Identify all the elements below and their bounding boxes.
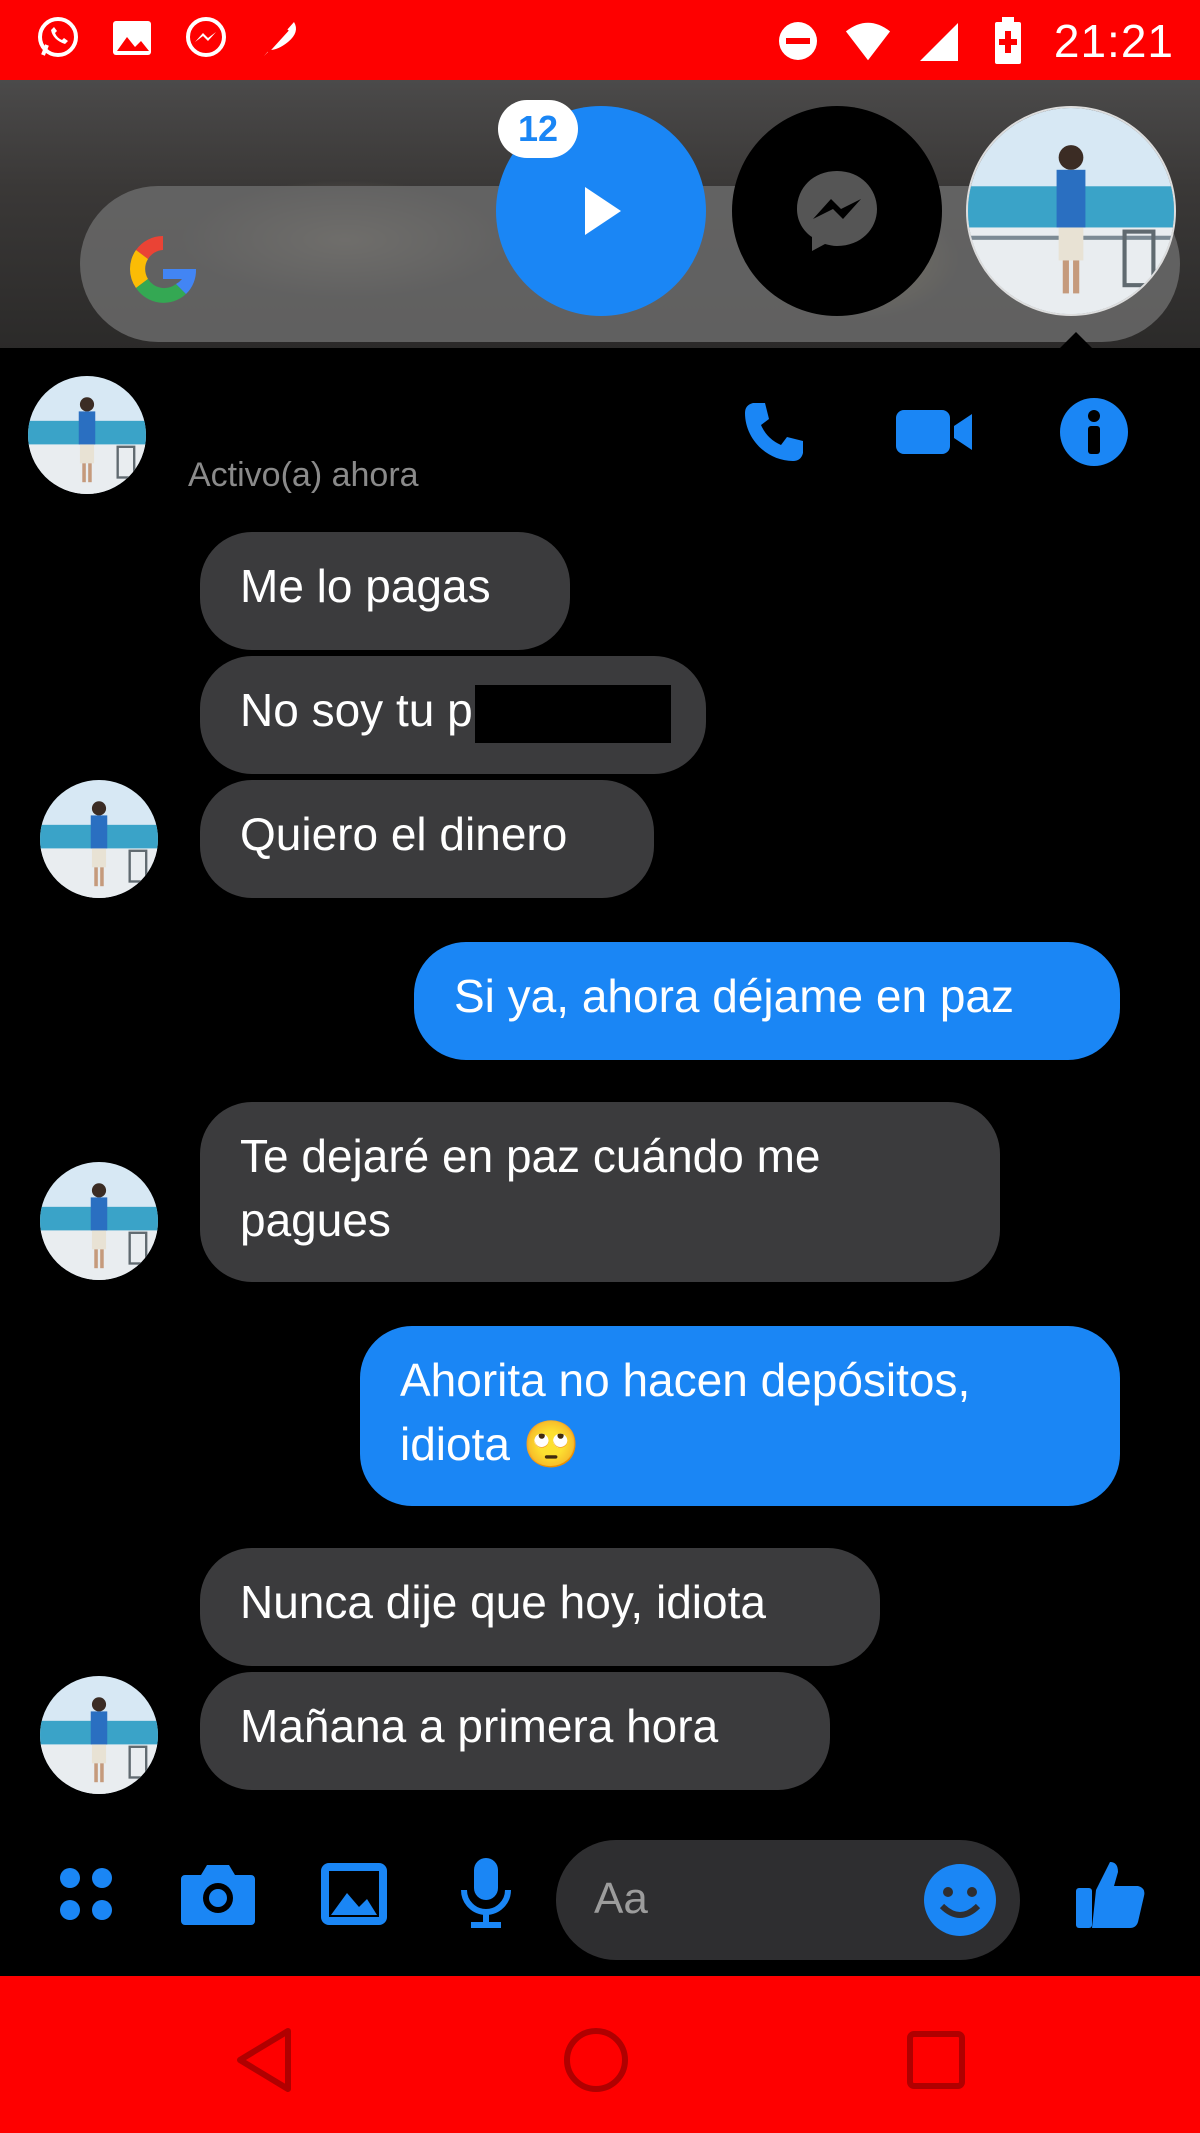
video-camera-icon (896, 410, 972, 454)
message-incoming[interactable]: Te dejaré en paz cuándo me pagues (200, 1102, 1000, 1282)
emoji-button[interactable] (920, 1860, 1000, 1940)
video-call-button[interactable] (894, 392, 974, 472)
gallery-icon (108, 14, 156, 62)
message-incoming[interactable]: Me lo pagas (200, 532, 570, 650)
redaction-block (474, 684, 671, 743)
wifi-icon (844, 17, 892, 65)
home-circle-icon (564, 2028, 628, 2092)
conversation-panel: Activo(a) ahora Me lo pagas No soy tu p … (0, 348, 1200, 1978)
whatsapp-icon (34, 14, 82, 62)
clock: 21:21 (1053, 15, 1174, 67)
microphone-icon (461, 1858, 511, 1928)
messenger-logo-icon (797, 171, 877, 251)
feather-icon (256, 14, 304, 62)
message-text: No soy tu p (240, 684, 473, 736)
messenger-icon (182, 14, 230, 62)
message-text: Si ya, ahora déjame en paz (454, 970, 1015, 1022)
contact-photo (40, 780, 158, 898)
info-icon (1060, 398, 1128, 466)
header-avatar[interactable] (28, 376, 146, 494)
chat-head-contact-avatar[interactable] (966, 106, 1176, 316)
sender-avatar[interactable] (40, 780, 158, 898)
message-incoming[interactable]: No soy tu p (200, 656, 706, 774)
contact-photo (968, 108, 1174, 314)
smiley-icon (924, 1864, 996, 1936)
message-text: Mañana a primera hora (240, 1700, 719, 1752)
message-text-line: Te dejaré en paz cuándo me (240, 1130, 821, 1182)
active-status: Activo(a) ahora (188, 456, 419, 494)
android-nav-bar (0, 1976, 1200, 2133)
message-incoming[interactable]: Mañana a primera hora (200, 1672, 830, 1790)
message-text: Me lo pagas (240, 560, 491, 612)
like-button[interactable] (1072, 1854, 1152, 1934)
google-logo-icon (122, 228, 204, 324)
message-text: Nunca dije que hoy, idiota (240, 1576, 766, 1628)
thumbs-up-icon (1076, 1862, 1145, 1928)
gallery-button[interactable] (314, 1854, 394, 1934)
message-text-line: Ahorita no hacen depósitos, (400, 1354, 971, 1406)
do-not-disturb-icon (774, 17, 822, 65)
message-text-line: idiota (400, 1418, 510, 1470)
message-input[interactable] (592, 1868, 896, 1930)
voice-call-button[interactable] (734, 392, 814, 472)
back-triangle-icon (237, 2028, 291, 2092)
recents-square-icon (907, 2031, 965, 2089)
message-text: Quiero el dinero (240, 808, 568, 860)
recents-button[interactable] (896, 2020, 976, 2100)
message-incoming[interactable]: Quiero el dinero (200, 780, 654, 898)
phone-icon (745, 403, 803, 461)
message-input-box (556, 1840, 1020, 1960)
contact-photo (40, 1162, 158, 1280)
message-incoming[interactable]: Nunca dije que hoy, idiota (200, 1548, 880, 1666)
unread-badge: 12 (498, 100, 578, 158)
image-icon (321, 1863, 387, 1925)
battery-charging-icon (984, 17, 1032, 65)
contact-photo (40, 1676, 158, 1794)
message-outgoing[interactable]: Si ya, ahora déjame en paz (414, 942, 1120, 1060)
voice-message-button[interactable] (446, 1854, 526, 1934)
home-button[interactable] (556, 2020, 636, 2100)
info-button[interactable] (1054, 392, 1134, 472)
message-text-line: pagues (240, 1194, 391, 1246)
camera-icon (181, 1865, 255, 1925)
play-icon (585, 187, 621, 235)
chat-head-messenger[interactable] (732, 106, 942, 316)
four-dots-icon (60, 1868, 112, 1920)
status-bar: 21:21 (0, 0, 1200, 80)
message-outgoing[interactable]: Ahorita no hacen depósitos, idiota 🙄 (360, 1326, 1120, 1506)
message-composer (0, 1830, 1200, 1960)
sender-avatar[interactable] (40, 1162, 158, 1280)
more-actions-button[interactable] (46, 1854, 126, 1934)
cellular-signal-icon (914, 17, 962, 65)
eye-roll-emoji: 🙄 (522, 1418, 581, 1470)
back-button[interactable] (224, 2020, 304, 2100)
camera-button[interactable] (178, 1854, 258, 1934)
contact-photo (28, 376, 146, 494)
sender-avatar[interactable] (40, 1676, 158, 1794)
